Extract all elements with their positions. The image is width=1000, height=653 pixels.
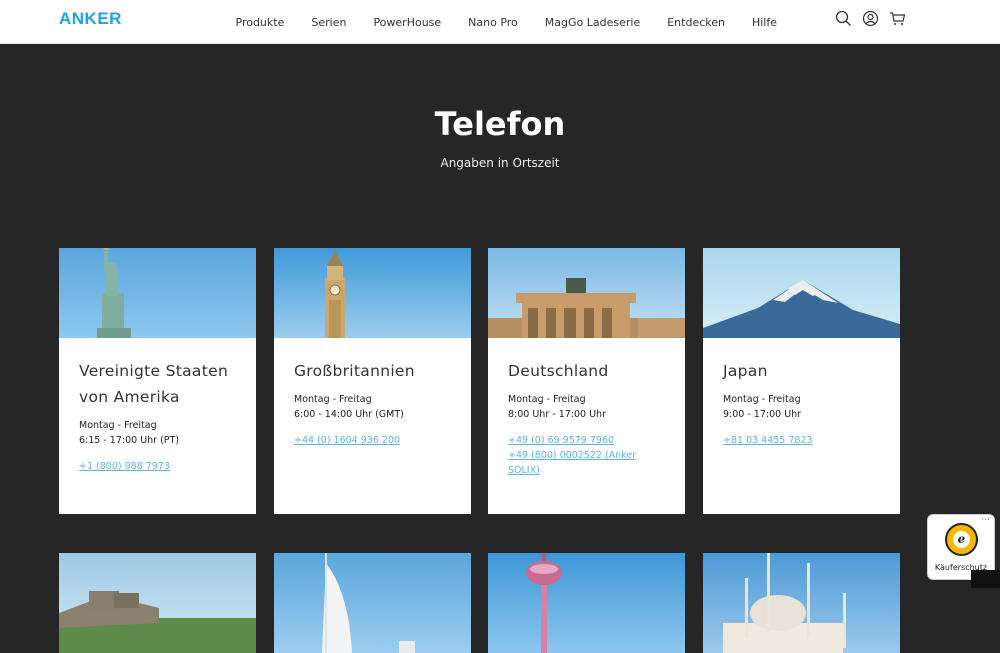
opening-time: 9:00 - 17:00 Uhr (723, 409, 802, 420)
mosque-image (703, 553, 900, 653)
account-icon[interactable] (862, 10, 879, 27)
nav-nano-pro[interactable]: Nano Pro (468, 16, 518, 29)
phone-links: +1 (800) 988 7973 (79, 459, 236, 474)
opening-time: 6:15 - 17:00 Uhr (PT) (79, 435, 180, 446)
opening-days: Montag - Freitag (79, 420, 157, 431)
phone-link[interactable]: +44 (0) 1604 936 200 (294, 433, 451, 448)
opening-days: Montag - Freitag (723, 394, 801, 405)
nav-powerhouse[interactable]: PowerHouse (373, 16, 441, 29)
water-tower-image (488, 553, 685, 653)
phone-link[interactable]: +1 (800) 988 7973 (79, 459, 236, 474)
nav-hilfe[interactable]: Hilfe (752, 16, 777, 29)
phone-links: +49 (0) 69 9579 7960 +49 (800) 0002522 (… (508, 433, 665, 478)
badge-menu-icon[interactable]: ··· (981, 515, 990, 525)
statue-of-liberty-image (59, 248, 256, 338)
country-name: Vereinigte Staaten von Amerika (79, 358, 236, 410)
side-tab[interactable] (971, 570, 1000, 588)
opening-hours: Montag - Freitag 6:15 - 17:00 Uhr (PT) (79, 418, 236, 448)
opening-hours: Montag - Freitag 8:00 Uhr - 17:00 Uhr (508, 392, 665, 422)
phone-link-solix[interactable]: +49 (800) 0002522 (Anker SOLIX) (508, 448, 665, 478)
contact-card-japan: Japan Montag - Freitag 9:00 - 17:00 Uhr … (703, 248, 900, 514)
contact-card-kuwait (488, 553, 685, 653)
country-line1: Deutschland (508, 362, 609, 380)
phone-links: +44 (0) 1604 936 200 (294, 433, 451, 448)
opening-time: 8:00 Uhr - 17:00 Uhr (508, 409, 606, 420)
contact-card-turkey (703, 553, 900, 653)
opening-hours: Montag - Freitag 9:00 - 17:00 Uhr (723, 392, 880, 422)
contact-card-germany: Deutschland Montag - Freitag 8:00 Uhr - … (488, 248, 685, 514)
main-nav: Produkte Serien PowerHouse Nano Pro MagG… (222, 0, 791, 44)
page-subtitle: Angaben in Ortszeit (440, 156, 560, 170)
country-name: Japan (723, 358, 880, 384)
nav-serien[interactable]: Serien (311, 16, 346, 29)
contact-card-uk: Großbritannien Montag - Freitag 6:00 - 1… (274, 248, 471, 514)
opening-hours: Montag - Freitag 6:00 - 14:00 Uhr (GMT) (294, 392, 451, 422)
trusted-shops-seal-icon: e (945, 523, 978, 556)
country-name: Großbritannien (294, 358, 451, 384)
opening-days: Montag - Freitag (294, 394, 372, 405)
phone-link[interactable]: +81 03 4455 7823 (723, 433, 880, 448)
contact-card-china (59, 553, 256, 653)
cart-icon[interactable] (889, 10, 906, 27)
contact-card-usa: Vereinigte Staaten von Amerika Montag - … (59, 248, 256, 514)
country-name: Deutschland (508, 358, 665, 384)
nav-produkte[interactable]: Produkte (236, 16, 285, 29)
opening-days: Montag - Freitag (508, 394, 586, 405)
search-icon[interactable] (835, 10, 852, 27)
phone-link[interactable]: +49 (0) 69 9579 7960 (508, 433, 665, 448)
country-line1: Vereinigte Staaten (79, 362, 229, 380)
seal-letter: e (953, 531, 970, 548)
brandenburg-gate-image (488, 248, 685, 338)
country-line1: Großbritannien (294, 362, 415, 380)
contact-card-uae (274, 553, 471, 653)
opening-time: 6:00 - 14:00 Uhr (GMT) (294, 409, 404, 420)
great-wall-image (59, 553, 256, 653)
country-line2: von Amerika (79, 388, 180, 406)
site-header: ANKER Produkte Serien PowerHouse Nano Pr… (0, 0, 1000, 44)
nav-entdecken[interactable]: Entdecken (667, 16, 725, 29)
page-title: Telefon (434, 105, 566, 143)
phone-links: +81 03 4455 7823 (723, 433, 880, 448)
nav-maggo-ladeserie[interactable]: MagGo Ladeserie (545, 16, 640, 29)
mount-fuji-image (703, 248, 900, 338)
country-line1: Japan (723, 362, 768, 380)
header-icons (835, 10, 906, 27)
anker-logo[interactable]: ANKER (59, 9, 122, 29)
burj-al-arab-image (274, 553, 471, 653)
big-ben-image (274, 248, 471, 338)
